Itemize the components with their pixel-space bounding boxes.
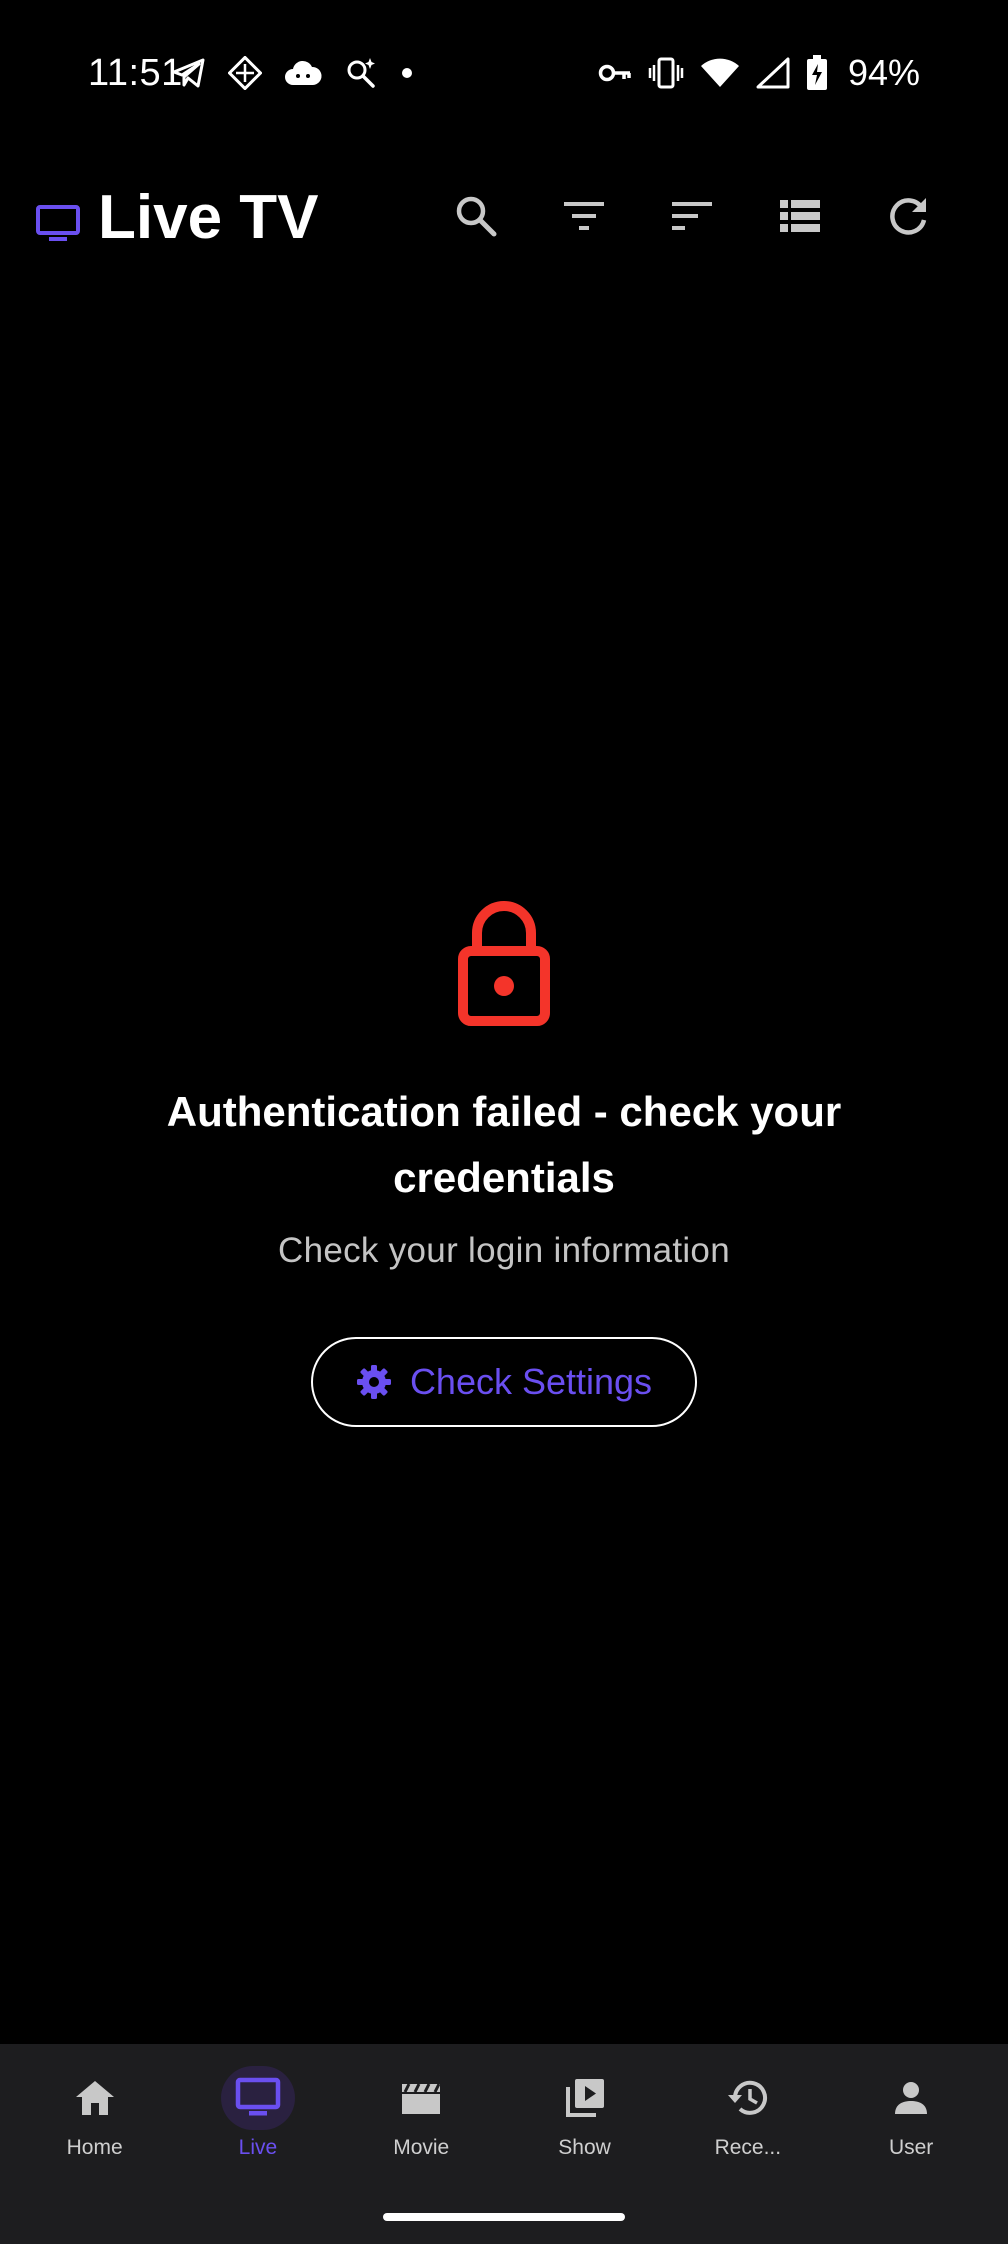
status-system-icons: 94%: [598, 52, 920, 94]
sort-icon: [672, 202, 712, 230]
nav-label-movie: Movie: [393, 2136, 450, 2159]
check-settings-button[interactable]: Check Settings: [311, 1337, 697, 1427]
nav-item-live[interactable]: Live: [176, 2066, 339, 2160]
status-bar: 11:51 94%: [0, 0, 1008, 150]
error-subtitle: Check your login information: [278, 1231, 730, 1270]
error-title: Authentication failed - check your crede…: [166, 1088, 842, 1201]
nav-label-home: Home: [66, 2136, 123, 2159]
tv-icon: [36, 205, 80, 241]
nav-item-recent[interactable]: Rece...: [666, 2066, 829, 2160]
status-notification-icons: [172, 56, 414, 90]
nav-item-movie[interactable]: Movie: [340, 2066, 503, 2160]
list-view-button[interactable]: [774, 190, 826, 242]
home-icon: [75, 2081, 114, 2115]
nav-item-user[interactable]: User: [829, 2066, 992, 2160]
search-icon: [456, 196, 497, 237]
wifi-icon: [700, 58, 739, 87]
home-indicator[interactable]: [383, 2213, 625, 2221]
gear-icon: [356, 1365, 391, 1399]
clapperboard-icon: [402, 2083, 441, 2114]
nav-label-live: Live: [238, 2136, 278, 2159]
vibrate-icon: [648, 57, 684, 89]
signal-icon: [756, 57, 790, 89]
page-title: Live TV: [98, 183, 319, 252]
app-bar: Live TV: [0, 168, 1008, 272]
key-icon: [598, 64, 631, 82]
nav-label-user: User: [888, 2136, 934, 2159]
lock-icon: [449, 895, 559, 1029]
nav-label-show: Show: [558, 2136, 611, 2159]
nav-item-show[interactable]: Show: [503, 2066, 666, 2160]
status-time: 11:51: [88, 52, 183, 94]
person-icon: [895, 2082, 928, 2114]
sort-button[interactable]: [666, 190, 718, 242]
filter-button[interactable]: [558, 190, 610, 242]
nav-item-home[interactable]: Home: [13, 2066, 176, 2160]
refresh-icon: [890, 198, 927, 235]
tv-icon: [235, 2077, 281, 2116]
diamond-grid-icon: [228, 56, 262, 90]
dot-icon: [402, 68, 412, 78]
battery-charging-icon: [806, 55, 827, 90]
video-library-icon: [565, 2079, 604, 2117]
battery-percent: 94%: [847, 52, 920, 93]
history-icon: [727, 2080, 767, 2115]
cloud-icon: [285, 60, 322, 85]
app-bar-actions: [450, 190, 934, 242]
telegram-icon: [172, 58, 205, 88]
nav-label-recent: Rece...: [714, 2136, 782, 2159]
check-settings-label: Check Settings: [409, 1361, 653, 1402]
refresh-button[interactable]: [882, 190, 934, 242]
search-button[interactable]: [450, 190, 502, 242]
list-view-icon: [780, 200, 820, 232]
screen: 11:51 94% Live TV Authentication failed …: [0, 0, 1008, 2244]
search-sparkle-icon: [347, 58, 375, 88]
filter-icon: [564, 202, 604, 230]
error-state: Authentication failed - check your crede…: [0, 895, 1008, 1427]
